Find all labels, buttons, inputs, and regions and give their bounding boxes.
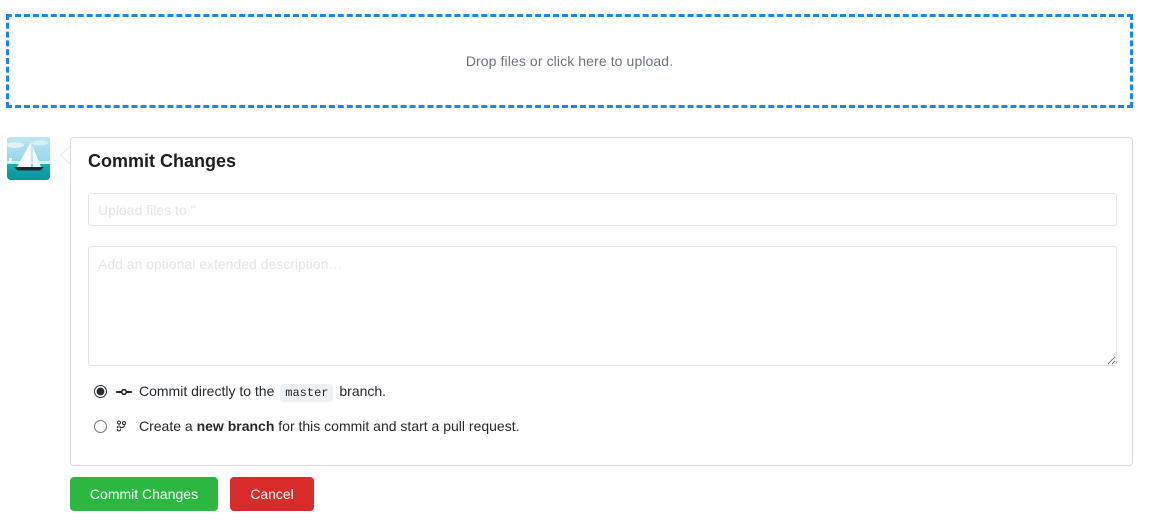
label-emphasis: new branch — [196, 418, 275, 434]
label-text-before: Create a — [139, 418, 193, 434]
commit-description-textarea[interactable] — [88, 246, 1117, 366]
label-text-after: branch. — [339, 383, 387, 399]
file-dropzone[interactable]: Drop files or click here to upload. — [6, 14, 1133, 108]
commit-option-new-branch-label: Create a new branch for this commit and … — [139, 418, 520, 434]
radio-create-new-branch[interactable] — [94, 419, 107, 433]
git-commit-icon — [116, 384, 132, 400]
cancel-button[interactable]: Cancel — [230, 477, 314, 511]
branch-name-badge: master — [280, 384, 334, 402]
commit-changes-panel: Commit Changes Commit directly to the ma… — [70, 137, 1133, 466]
commit-summary-input[interactable] — [88, 193, 1117, 226]
panel-title: Commit Changes — [88, 151, 237, 171]
commit-changes-button[interactable]: Commit Changes — [70, 477, 218, 511]
form-actions: Commit Changes Cancel — [70, 477, 314, 511]
commit-option-direct[interactable]: Commit directly to the master branch. — [88, 383, 387, 402]
commit-option-direct-label: Commit directly to the master branch. — [139, 383, 387, 402]
radio-commit-directly[interactable] — [94, 385, 107, 398]
commit-option-new-branch[interactable]: Create a new branch for this commit and … — [88, 418, 520, 434]
dropzone-label: Drop files or click here to upload. — [465, 53, 674, 69]
label-text-after: for this commit and start a pull request… — [278, 418, 520, 434]
git-branch-icon — [116, 418, 132, 434]
avatar — [7, 137, 50, 180]
label-text-before: Commit directly to the — [139, 383, 275, 399]
